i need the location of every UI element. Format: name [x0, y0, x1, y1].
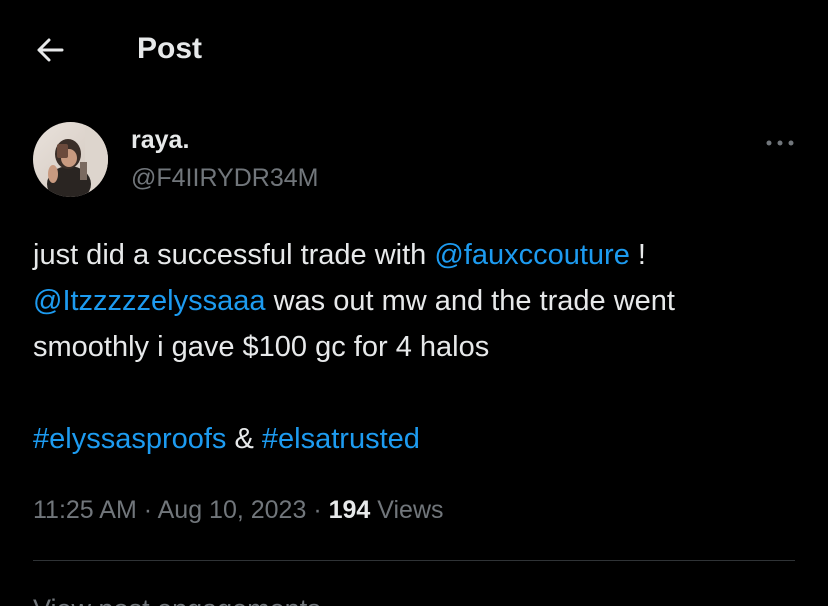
hashtag-line: #elyssasproofs & #elsatrusted [33, 416, 420, 462]
author-handle[interactable]: @F4IIRYDR34M [131, 162, 318, 194]
views-label: Views [370, 496, 444, 524]
post-text-line-1: just did a successful trade with @fauxcc… [33, 232, 803, 278]
back-button[interactable] [30, 30, 70, 70]
post-date[interactable]: Aug 10, 2023 [158, 496, 307, 524]
arrow-left-icon [37, 38, 64, 62]
top-bar: Post [0, 0, 828, 100]
post-time[interactable]: 11:25 AM [33, 496, 137, 524]
post-text-line-3: smoothly i gave $100 gc for 4 halos [33, 331, 490, 363]
page-title: Post [137, 32, 203, 65]
post-text-line-2: @Itzzzzzelyssaaa was out mw and the trad… [33, 278, 803, 324]
view-engagements-link[interactable]: View post engagements [33, 592, 321, 606]
avatar[interactable] [33, 122, 108, 197]
more-options-button[interactable] [760, 128, 800, 158]
meta-separator: · [136, 496, 158, 524]
text-segment: ! [629, 239, 646, 271]
hashtag-link-elsatrusted[interactable]: #elsatrusted [262, 423, 420, 455]
more-horizontal-icon [766, 140, 794, 146]
mention-link-fauxccouture[interactable]: @fauxccouture [434, 239, 629, 271]
meta-separator: · [306, 496, 329, 524]
text-segment: was out mw and the trade went [265, 285, 675, 317]
text-segment: just did a successful trade with [33, 239, 435, 271]
author-display-name[interactable]: raya. [131, 124, 189, 156]
hashtag-link-elyssasproofs[interactable]: #elyssasproofs [33, 423, 226, 455]
avatar-photo [33, 122, 108, 197]
views-count: 194 [328, 496, 371, 524]
divider [33, 560, 795, 561]
post-meta: 11:25 AM · Aug 10, 2023 · 194 Views [33, 492, 444, 528]
engagements-label: View post engagements [33, 594, 321, 606]
post-text: just did a successful trade with @fauxcc… [33, 232, 803, 370]
post-page: Post raya. @F4IIRYDR34M just did a succe… [0, 0, 828, 606]
hashtag-separator: & [226, 423, 262, 455]
mention-link-itzzzzzelyssaaa[interactable]: @Itzzzzzelyssaaa [33, 285, 266, 317]
